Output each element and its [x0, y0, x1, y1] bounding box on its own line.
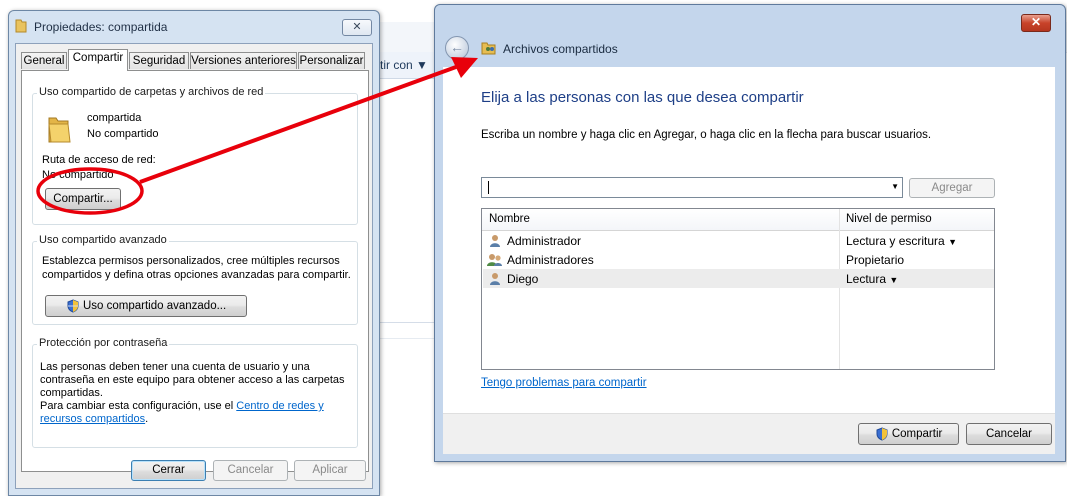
annotation-overlay	[36, 57, 478, 215]
annotation-arrow-line	[139, 65, 457, 184]
highlight-ellipse	[36, 167, 144, 215]
tab-compartir[interactable]: Compartir	[68, 49, 128, 71]
